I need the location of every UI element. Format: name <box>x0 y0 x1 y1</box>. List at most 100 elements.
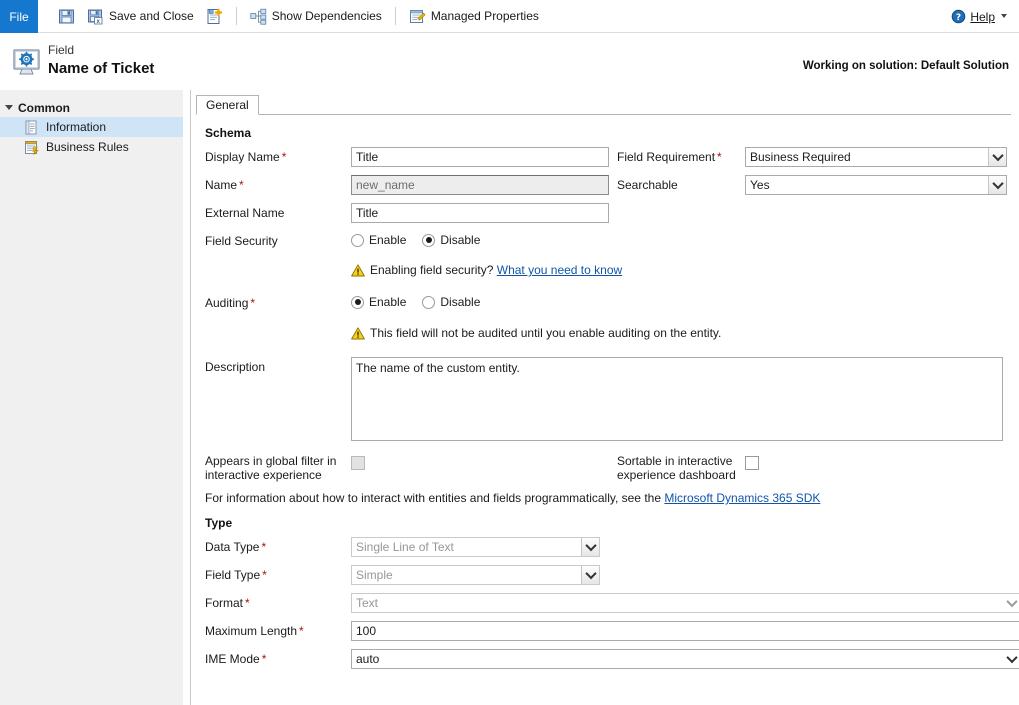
field-requirement-select-wrap: Business Required <box>745 147 1007 167</box>
row-maximum-length: Maximum Length * <box>205 621 1019 643</box>
row-auditing-warning: This field will not be audited until you… <box>205 326 1009 348</box>
field-type-label: Field Type * <box>205 568 267 582</box>
required-marker: * <box>239 178 244 192</box>
auditing-label: Auditing * <box>205 296 256 310</box>
tabstrip: General <box>196 95 1019 115</box>
save-and-close-button[interactable]: x Save and Close <box>81 3 200 29</box>
field-security-radio-group: Enable Disable <box>351 231 480 247</box>
field-security-label: Field Security <box>205 234 278 248</box>
sidebar-item-business-rules[interactable]: Business Rules <box>0 137 183 157</box>
format-label: Format * <box>205 596 250 610</box>
radio-selected-icon[interactable] <box>422 233 436 247</box>
pane-divider <box>184 90 191 705</box>
row-display-name: Display Name* Field Requirement* Busines… <box>205 147 1009 169</box>
tabstrip-rule <box>196 114 1011 115</box>
sdk-note-text: For information about how to interact wi… <box>205 491 661 505</box>
field-icon <box>12 47 42 77</box>
dependencies-icon <box>250 8 267 25</box>
solution-context-label: Working on solution: Default Solution <box>802 60 1009 72</box>
show-dependencies-button[interactable]: Show Dependencies <box>244 3 388 29</box>
row-external-name: External Name <box>205 203 1009 225</box>
searchable-select[interactable]: Yes <box>745 175 1007 195</box>
row-field-security-warning: Enabling field security? What you need t… <box>205 263 1009 285</box>
required-marker: * <box>245 596 250 610</box>
row-data-type: Data Type * Single Line of Text <box>205 537 1009 559</box>
tab-general[interactable]: General <box>196 95 259 115</box>
type-section-heading: Type <box>205 516 233 530</box>
sidebar-group-label: Common <box>18 100 70 115</box>
field-type-select-wrap: Simple <box>351 565 600 585</box>
row-interactive-options: Appears in global filter in interactive … <box>205 453 1009 482</box>
maximum-length-input[interactable] <box>351 621 1019 641</box>
field-requirement-select[interactable]: Business Required <box>745 147 1007 167</box>
what-you-need-to-know-link[interactable]: What you need to know <box>497 263 622 277</box>
main-content: General Schema Display Name* Field Requi… <box>191 90 1019 705</box>
managed-properties-button[interactable]: Managed Properties <box>403 3 545 29</box>
radio-selected-icon[interactable] <box>351 295 364 309</box>
auditing-disable-label: Disable <box>440 295 481 309</box>
sortable-checkbox[interactable] <box>745 456 759 470</box>
ribbon-separator-1 <box>235 7 237 25</box>
ime-mode-select-wrap: auto <box>351 649 1019 669</box>
data-type-select: Single Line of Text <box>351 537 600 557</box>
required-marker: * <box>261 652 267 666</box>
external-name-input[interactable] <box>351 203 609 223</box>
ime-mode-label: IME Mode * <box>205 652 267 666</box>
sidebar-item-label: Business Rules <box>46 140 129 154</box>
required-marker: * <box>261 540 267 554</box>
description-textarea[interactable]: The name of the custom entity. <box>351 357 1003 441</box>
row-field-type: Field Type * Simple <box>205 565 1009 587</box>
auditing-enable-label: Enable <box>369 295 407 309</box>
sortable-label: Sortable in interactive experience dashb… <box>617 454 736 482</box>
field-security-warning: Enabling field security? What you need t… <box>351 263 622 277</box>
sidebar-item-label: Information <box>46 120 107 134</box>
file-tab[interactable]: File <box>0 0 38 33</box>
sidebar-item-information[interactable]: Information <box>0 117 183 137</box>
external-name-label: External Name <box>205 206 285 220</box>
field-security-disable-option[interactable]: Disable <box>422 233 480 247</box>
auditing-warning: This field will not be audited until you… <box>351 326 721 340</box>
help-icon: ? <box>951 9 966 24</box>
save-button[interactable] <box>52 3 81 29</box>
chevron-down-icon <box>1001 14 1007 18</box>
searchable-select-wrap: Yes <box>745 175 1007 195</box>
searchable-label: Searchable <box>617 178 678 192</box>
managed-properties-icon <box>409 8 426 25</box>
page-title: Name of Ticket <box>48 60 155 77</box>
auditing-disable-option[interactable]: Disable <box>422 295 480 309</box>
new-field-icon <box>206 8 223 25</box>
new-field-button[interactable] <box>200 3 229 29</box>
dynamics-sdk-link[interactable]: Microsoft Dynamics 365 SDK <box>664 491 820 505</box>
required-marker: * <box>262 568 267 582</box>
radio-unselected-icon[interactable] <box>422 295 436 309</box>
required-marker: * <box>281 150 287 164</box>
triangle-down-icon <box>5 105 13 110</box>
data-type-label: Data Type * <box>205 540 267 554</box>
auditing-enable-option[interactable]: Enable <box>351 295 406 309</box>
field-security-warning-text: Enabling field security? What you need t… <box>370 263 623 277</box>
field-security-enable-option[interactable]: Enable <box>351 233 406 247</box>
name-input <box>351 175 609 195</box>
header-entity-type: Field <box>48 43 75 57</box>
show-dependencies-label: Show Dependencies <box>271 9 382 23</box>
field-requirement-label: Field Requirement * <box>617 150 722 164</box>
row-field-security: Field Security Enable Disable <box>205 231 1009 253</box>
help-label: Help <box>970 10 995 24</box>
display-name-input[interactable] <box>351 147 609 167</box>
external-name-input-wrap <box>351 203 609 223</box>
radio-unselected-icon[interactable] <box>351 233 364 247</box>
svg-text:x: x <box>96 18 100 25</box>
help-button[interactable]: ? Help <box>951 0 1019 32</box>
sidebar-group-common[interactable]: Common <box>0 98 183 117</box>
description-input-wrap: The name of the custom entity. <box>351 357 1003 444</box>
format-select-wrap: Text <box>351 593 1019 613</box>
display-name-label: Display Name * <box>205 150 287 164</box>
ribbon-button-group: x Save and Close Show Dependencies Manag… <box>38 0 951 32</box>
save-icon <box>58 8 75 25</box>
general-form: Schema Display Name* Field Requirement* … <box>191 115 1019 671</box>
ime-mode-select[interactable]: auto <box>351 649 1019 669</box>
maximum-length-label: Maximum Length * <box>205 624 304 638</box>
auditing-radio-group: Enable Disable <box>351 293 480 309</box>
row-name: Name* Searchable Yes <box>205 175 1009 197</box>
file-tab-label: File <box>9 9 29 24</box>
